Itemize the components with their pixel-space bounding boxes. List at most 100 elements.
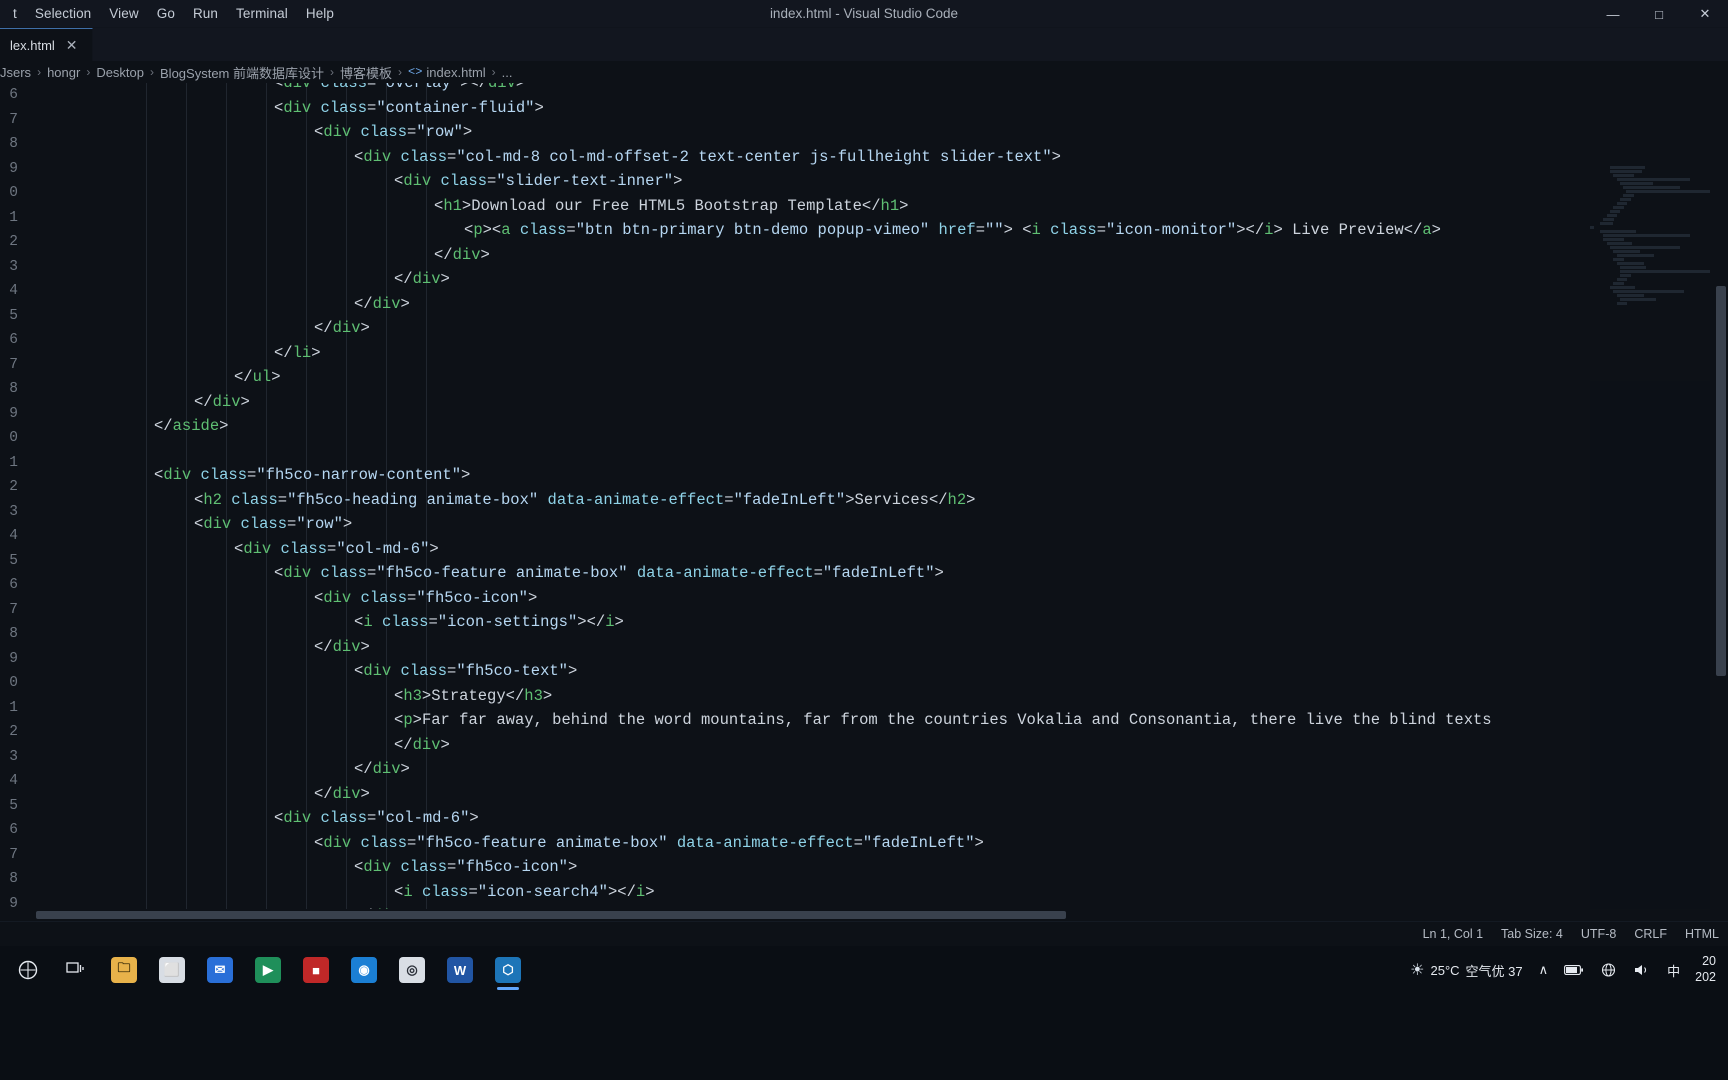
- status-eol[interactable]: CRLF: [1625, 922, 1676, 947]
- code-line: <div class="fh5co-text">: [354, 662, 578, 680]
- line-number: 2: [9, 724, 18, 740]
- line-number-gutter: 67890123456789012345678901234567890: [0, 83, 22, 921]
- edge-browser-glyph: ◉: [351, 957, 377, 983]
- task-view-icon[interactable]: [54, 948, 98, 992]
- status-cursor-position[interactable]: Ln 1, Col 1: [1414, 922, 1492, 947]
- code-line: </div>: [314, 784, 370, 803]
- line-number: 5: [9, 307, 18, 324]
- breadcrumb-item[interactable]: Jsers: [0, 65, 31, 80]
- minimap-line: [1616, 278, 1628, 281]
- minimap-line: [1603, 234, 1690, 237]
- minimap-line: [1613, 206, 1625, 209]
- status-tab-size[interactable]: Tab Size: 4: [1492, 922, 1572, 947]
- taskbar-chrome-browser-icon[interactable]: ◎: [390, 948, 434, 992]
- line-number: 7: [9, 846, 18, 863]
- breadcrumb-item[interactable]: hongr: [47, 65, 80, 80]
- minimap-line: [1600, 230, 1636, 233]
- code-editor[interactable]: 67890123456789012345678901234567890 <div…: [0, 83, 1728, 921]
- network-icon[interactable]: [1593, 948, 1624, 992]
- minimap-line: [1610, 210, 1620, 213]
- menu-help[interactable]: Help: [297, 0, 343, 28]
- tray-overflow-chevron-up-icon[interactable]: ∧: [1532, 948, 1556, 992]
- code-line: <div class="fh5co-icon">: [314, 588, 538, 607]
- menu-view[interactable]: View: [100, 0, 147, 28]
- windows-start-icon[interactable]: [6, 948, 50, 992]
- file-explorer-glyph: 🗀: [111, 957, 137, 983]
- code-line: <div class="fh5co-feature animate-box" d…: [274, 564, 944, 582]
- taskbar-recorder-app-icon[interactable]: ■: [294, 948, 338, 992]
- breadcrumb-item[interactable]: BlogSystem 前端数据库设计: [160, 63, 324, 82]
- code-line: </aside>: [154, 417, 229, 435]
- code-content[interactable]: <div class="overlay"></div> <div class="c…: [34, 83, 1668, 921]
- code-line: <div class="slider-text-inner">: [394, 172, 683, 190]
- menu-bar: t Selection View Go Run Terminal Help: [0, 0, 343, 28]
- code-line: </div>: [394, 270, 450, 288]
- minimap-line: [1616, 178, 1691, 181]
- line-number: 5: [9, 797, 18, 814]
- breadcrumb-separator-icon: ›: [86, 65, 91, 79]
- code-line: </div>: [354, 760, 410, 778]
- line-number: 7: [9, 111, 18, 128]
- mail-app-glyph: ✉: [207, 957, 233, 983]
- horizontal-scrollbar[interactable]: [0, 909, 1728, 921]
- line-number: 9: [9, 160, 18, 177]
- minimap-line: [1616, 294, 1644, 297]
- breadcrumb-file[interactable]: index.html: [426, 65, 485, 80]
- code-line: <div class="fh5co-narrow-content">: [154, 466, 471, 484]
- line-number: 2: [9, 479, 18, 495]
- code-line: <i class="icon-settings"></i>: [354, 613, 624, 631]
- close-button[interactable]: ✕: [1682, 0, 1728, 28]
- code-line: <div class="col-md-6">: [234, 539, 439, 558]
- code-line: <h1>Download our Free HTML5 Bootstrap Te…: [434, 196, 909, 215]
- line-number: 8: [9, 136, 18, 152]
- volume-icon[interactable]: [1626, 948, 1658, 992]
- minimap-line: [1606, 214, 1617, 217]
- line-number: 1: [9, 454, 18, 471]
- vscode-app-glyph: ⬡: [495, 957, 521, 983]
- taskbar-store-app-icon[interactable]: ⬜: [150, 948, 194, 992]
- minimap-line: [1613, 290, 1684, 293]
- breadcrumb-item[interactable]: Desktop: [96, 65, 144, 80]
- window-controls: — □ ✕: [1590, 0, 1728, 28]
- chrome-browser-glyph: ◎: [399, 957, 425, 983]
- menu-edit-clipped[interactable]: t: [4, 0, 26, 28]
- code-line: </li>: [274, 343, 321, 362]
- minimize-button[interactable]: —: [1590, 0, 1636, 28]
- breadcrumb-item[interactable]: 博客模板: [340, 63, 392, 82]
- clock-time: 20: [1702, 954, 1716, 969]
- taskbar-file-explorer-icon[interactable]: 🗀: [102, 948, 146, 992]
- status-language-mode[interactable]: HTML: [1676, 922, 1728, 947]
- taskbar-media-player-icon[interactable]: ▶: [246, 948, 290, 992]
- minimap[interactable]: [1590, 166, 1710, 921]
- taskbar-vscode-app-icon[interactable]: ⬡: [486, 948, 530, 992]
- taskbar-edge-browser-icon[interactable]: ◉: [342, 948, 386, 992]
- vertical-scrollbar[interactable]: [1714, 166, 1728, 921]
- breadcrumb[interactable]: Jsers › hongr › Desktop › BlogSystem 前端数据库设计 › 博…: [0, 61, 1728, 83]
- tab-index-html[interactable]: lex.html ✕: [0, 28, 93, 61]
- vertical-scrollbar-thumb[interactable]: [1716, 286, 1726, 676]
- taskbar-mail-app-icon[interactable]: ✉: [198, 948, 242, 992]
- breadcrumb-overflow[interactable]: ...: [502, 65, 513, 80]
- close-icon[interactable]: ✕: [63, 36, 81, 54]
- battery-icon[interactable]: [1557, 948, 1591, 992]
- clock[interactable]: 20 202: [1689, 954, 1722, 985]
- minimap-line: [1613, 258, 1625, 261]
- menu-run[interactable]: Run: [184, 0, 227, 28]
- line-number: 6: [9, 822, 18, 838]
- code-line: <i class="icon-search4"></i>: [394, 882, 655, 901]
- horizontal-scrollbar-thumb[interactable]: [36, 911, 1066, 919]
- system-tray: ☀ 25°C 空气优 37 ∧ 中 20 202: [1403, 946, 1728, 994]
- maximize-button[interactable]: □: [1636, 0, 1682, 28]
- status-encoding[interactable]: UTF-8: [1572, 922, 1625, 947]
- weather-widget[interactable]: ☀ 25°C 空气优 37: [1403, 948, 1529, 992]
- taskbar-word-app-icon[interactable]: W: [438, 948, 482, 992]
- menu-terminal[interactable]: Terminal: [227, 0, 297, 28]
- minimap-line: [1620, 266, 1647, 269]
- minimap-line: [1613, 174, 1635, 177]
- line-number: 8: [9, 626, 18, 642]
- menu-selection[interactable]: Selection: [26, 0, 100, 28]
- ime-indicator[interactable]: 中: [1660, 948, 1687, 992]
- menu-go[interactable]: Go: [148, 0, 184, 28]
- line-number: 3: [9, 748, 18, 765]
- minimap-line: [1620, 274, 1631, 277]
